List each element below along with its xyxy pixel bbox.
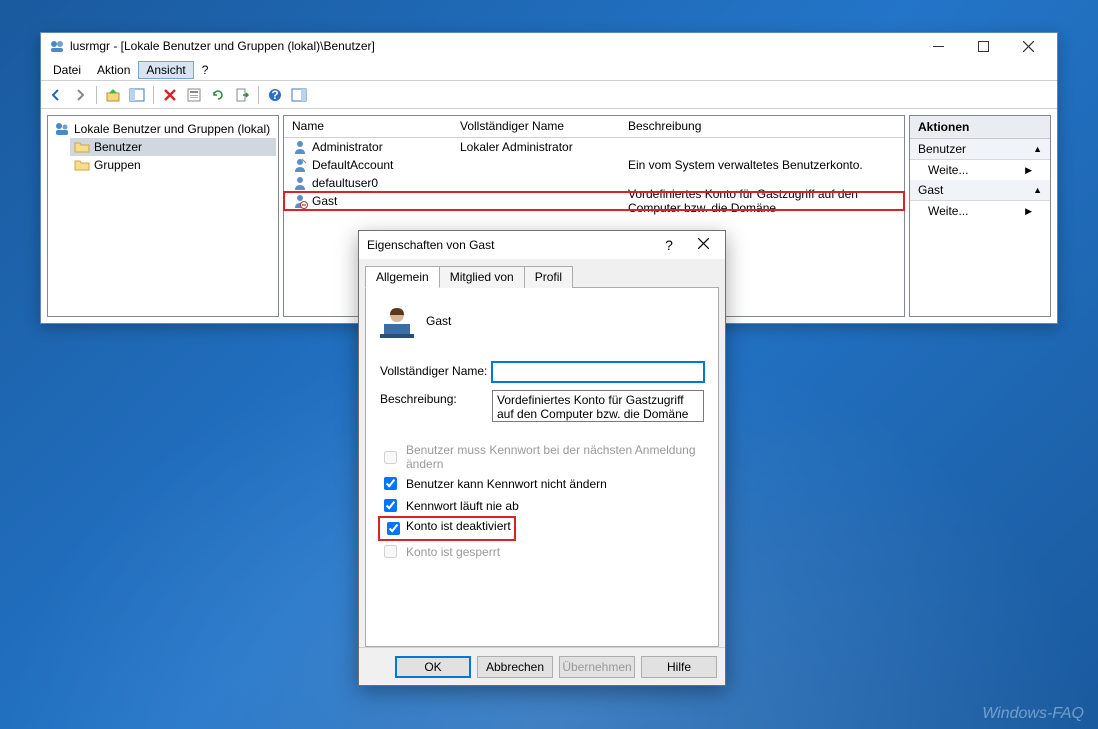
maximize-button[interactable] — [961, 35, 1006, 57]
tree-root-label: Lokale Benutzer und Gruppen (lokal) — [74, 122, 270, 136]
svg-text:?: ? — [271, 88, 278, 102]
dialog-titlebar: Eigenschaften von Gast ? — [359, 231, 725, 259]
show-hide-tree-button[interactable] — [126, 84, 148, 106]
actions-more-1[interactable]: Weite...▶ — [910, 160, 1050, 180]
actions-more-2[interactable]: Weite...▶ — [910, 201, 1050, 221]
cell-name: Gast — [312, 194, 337, 208]
actions-section-gast[interactable]: Gast▲ — [910, 180, 1050, 201]
separator — [96, 86, 97, 104]
user-icon — [292, 139, 308, 155]
check-cannotchange[interactable]: Benutzer kann Kennwort nicht ändern — [380, 474, 704, 493]
up-button[interactable] — [102, 84, 124, 106]
delete-button[interactable] — [159, 84, 181, 106]
separator — [258, 86, 259, 104]
checkbox-mustchange — [384, 451, 397, 464]
col-fullname[interactable]: Vollständiger Name — [452, 116, 620, 137]
list-header: Name Vollständiger Name Beschreibung — [284, 116, 904, 138]
collapse-icon: ▲ — [1033, 144, 1042, 154]
list-row[interactable]: DefaultAccount Ein vom System verwaltete… — [284, 156, 904, 174]
col-desc[interactable]: Beschreibung — [620, 116, 904, 137]
cell-desc: Ein vom System verwaltetes Benutzerkonto… — [620, 158, 904, 172]
back-button[interactable] — [45, 84, 67, 106]
tab-memberof[interactable]: Mitglied von — [440, 266, 525, 288]
actions-header: Aktionen — [910, 116, 1050, 139]
users-groups-icon — [54, 121, 70, 137]
cell-name: Administrator — [312, 140, 383, 154]
toolbar: ? — [41, 81, 1057, 109]
menu-view[interactable]: Ansicht — [138, 61, 193, 79]
help-button[interactable]: ? — [264, 84, 286, 106]
separator — [153, 86, 154, 104]
input-description[interactable]: Vordefiniertes Konto für Gastzugriff auf… — [492, 390, 704, 422]
tree-root[interactable]: Lokale Benutzer und Gruppen (lokal) — [50, 120, 276, 138]
dialog-button-row: OK Abbrechen Übernehmen Hilfe — [359, 647, 725, 685]
properties-button[interactable] — [183, 84, 205, 106]
checkbox-locked — [384, 545, 397, 558]
account-name: Gast — [426, 314, 451, 328]
actions-section-users[interactable]: Benutzer▲ — [910, 139, 1050, 160]
forward-button[interactable] — [69, 84, 91, 106]
list-row-gast[interactable]: Gast Vordefiniertes Konto für Gastzugrif… — [284, 192, 904, 210]
tree-users-label: Benutzer — [94, 140, 142, 154]
checkbox-neverexpires[interactable] — [384, 499, 397, 512]
titlebar: lusrmgr - [Lokale Benutzer und Gruppen (… — [41, 33, 1057, 59]
cell-desc: Vordefiniertes Konto für Gastzugriff auf… — [620, 187, 904, 215]
watermark: Windows-FAQ — [982, 705, 1084, 723]
dialog-title: Eigenschaften von Gast — [367, 238, 649, 252]
check-disabled-highlighted[interactable]: Konto ist deaktiviert — [380, 518, 514, 539]
help-button[interactable]: Hilfe — [641, 656, 717, 678]
refresh-button[interactable] — [207, 84, 229, 106]
tab-strip: Allgemein Mitglied von Profil — [365, 265, 719, 287]
tab-panel-general: Gast Vollständiger Name: Beschreibung: V… — [365, 287, 719, 647]
folder-icon — [74, 139, 90, 155]
tree-groups-label: Gruppen — [94, 158, 141, 172]
col-name[interactable]: Name — [284, 116, 452, 137]
label-fullname: Vollständiger Name: — [380, 362, 492, 378]
dialog-close-button[interactable] — [689, 238, 717, 252]
dialog-help-button[interactable]: ? — [657, 237, 681, 253]
input-fullname[interactable] — [492, 362, 704, 382]
tree-users[interactable]: Benutzer — [70, 138, 276, 156]
submenu-icon: ▶ — [1025, 165, 1032, 176]
label-description: Beschreibung: — [380, 390, 492, 406]
check-neverexpires[interactable]: Kennwort läuft nie ab — [380, 496, 704, 515]
export-button[interactable] — [231, 84, 253, 106]
list-row[interactable]: Administrator Lokaler Administrator — [284, 138, 904, 156]
show-hide-action-pane-button[interactable] — [288, 84, 310, 106]
user-icon — [292, 157, 308, 173]
tab-profile[interactable]: Profil — [525, 266, 573, 288]
apply-button: Übernehmen — [559, 656, 635, 678]
cell-fullname: Lokaler Administrator — [452, 140, 620, 154]
tab-general[interactable]: Allgemein — [365, 266, 440, 288]
check-mustchange: Benutzer muss Kennwort bei der nächsten … — [380, 443, 704, 471]
minimize-button[interactable] — [916, 35, 961, 57]
user-icon — [292, 175, 308, 191]
window-title: lusrmgr - [Lokale Benutzer und Gruppen (… — [70, 39, 916, 53]
actions-pane: Aktionen Benutzer▲ Weite...▶ Gast▲ Weite… — [909, 115, 1051, 317]
menu-help[interactable]: ? — [194, 61, 217, 79]
ok-button[interactable]: OK — [395, 656, 471, 678]
check-locked: Konto ist gesperrt — [380, 542, 704, 561]
checkbox-cannotchange[interactable] — [384, 477, 397, 490]
folder-icon — [74, 157, 90, 173]
tree-groups[interactable]: Gruppen — [70, 156, 276, 174]
checkbox-disabled[interactable] — [387, 522, 400, 535]
cell-name: DefaultAccount — [312, 158, 393, 172]
menu-file[interactable]: Datei — [45, 61, 89, 79]
menubar: Datei Aktion Ansicht ? — [41, 59, 1057, 81]
user-large-icon — [380, 304, 414, 338]
tree-pane: Lokale Benutzer und Gruppen (lokal) Benu… — [47, 115, 279, 317]
submenu-icon: ▶ — [1025, 206, 1032, 217]
cancel-button[interactable]: Abbrechen — [477, 656, 553, 678]
collapse-icon: ▲ — [1033, 185, 1042, 195]
close-button[interactable] — [1006, 35, 1051, 57]
properties-dialog: Eigenschaften von Gast ? Allgemein Mitgl… — [358, 230, 726, 686]
app-icon — [49, 38, 65, 54]
user-disabled-icon — [292, 193, 308, 209]
menu-action[interactable]: Aktion — [89, 61, 138, 79]
cell-name: defaultuser0 — [312, 176, 378, 190]
